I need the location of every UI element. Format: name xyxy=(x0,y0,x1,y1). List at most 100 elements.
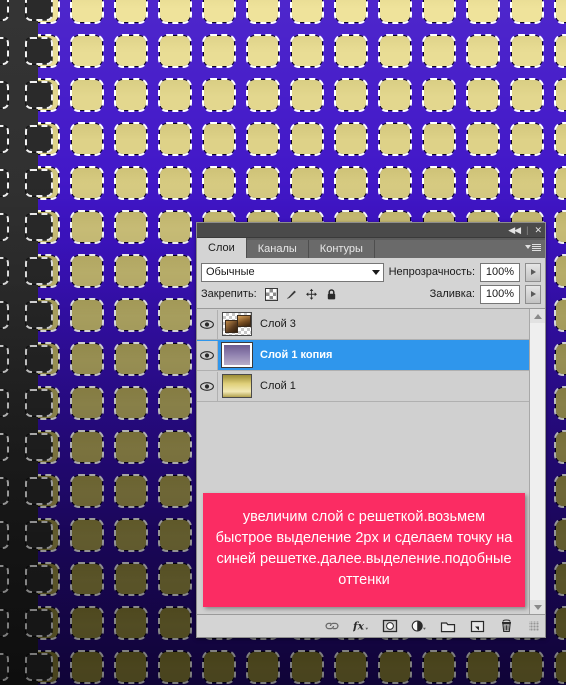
grid-cell xyxy=(158,210,192,244)
menu-lines-icon xyxy=(532,243,541,251)
grid-cell xyxy=(70,562,104,596)
grid-cell xyxy=(158,518,192,552)
grid-cell xyxy=(554,606,566,640)
panel-menu-icon[interactable] xyxy=(525,241,541,253)
lock-transparency-icon[interactable] xyxy=(264,287,278,301)
blend-mode-value: Обычные xyxy=(206,266,255,278)
grid-cell xyxy=(334,166,368,200)
panel-tabs: Слои Каналы Контуры xyxy=(197,238,545,258)
chevron-down-icon xyxy=(525,245,531,249)
blend-mode-select[interactable]: Обычные xyxy=(201,262,384,282)
new-adjustment-layer-icon[interactable] xyxy=(411,618,427,634)
eye-icon xyxy=(200,381,214,391)
layers-panel[interactable]: ◀◀ | ✕ Слои Каналы Контуры Обычные Непро… xyxy=(196,222,546,638)
scroll-up-button[interactable] xyxy=(530,309,545,323)
layer-visibility-toggle[interactable] xyxy=(197,309,218,339)
resize-grip-icon[interactable] xyxy=(529,621,539,631)
new-layer-icon[interactable] xyxy=(469,618,485,634)
lock-image-pixels-icon[interactable] xyxy=(285,288,298,301)
grid-cell xyxy=(114,474,148,508)
grid-cell xyxy=(114,518,148,552)
grid-cell xyxy=(114,0,148,24)
opacity-input[interactable]: 100% xyxy=(480,262,520,282)
tab-paths[interactable]: Контуры xyxy=(308,240,375,258)
grid-cell xyxy=(114,298,148,332)
grid-cell xyxy=(422,78,456,112)
grid-cell xyxy=(114,342,148,376)
grid-cell xyxy=(554,0,566,24)
opacity-stepper[interactable] xyxy=(525,262,541,282)
grid-cell xyxy=(70,518,104,552)
grid-cell xyxy=(554,386,566,420)
tab-channels[interactable]: Каналы xyxy=(246,240,309,258)
thumbnail-content xyxy=(223,375,251,397)
grid-cell xyxy=(554,650,566,684)
masked-cell xyxy=(25,433,53,461)
masked-cell xyxy=(25,301,53,329)
layer-thumbnail[interactable] xyxy=(222,374,252,398)
grid-cell xyxy=(246,166,280,200)
grid-cell xyxy=(554,34,566,68)
layer-visibility-toggle[interactable] xyxy=(197,371,218,401)
lock-position-icon[interactable] xyxy=(305,288,318,301)
grid-cell xyxy=(202,650,236,684)
table-row[interactable]: Слой 3 xyxy=(197,309,530,340)
grid-cell xyxy=(114,254,148,288)
link-layers-icon[interactable] xyxy=(324,618,340,634)
grid-cell xyxy=(158,650,192,684)
delete-layer-icon[interactable] xyxy=(498,618,514,634)
titlebar-separator: | xyxy=(526,225,529,235)
masked-cell xyxy=(25,653,53,681)
grid-cell xyxy=(466,34,500,68)
table-row[interactable]: Слой 1 копия xyxy=(197,340,530,371)
grid-cell xyxy=(70,650,104,684)
layer-name: Слой 1 копия xyxy=(260,349,333,361)
grid-cell xyxy=(510,166,544,200)
grid-cell xyxy=(114,606,148,640)
fill-input[interactable]: 100% xyxy=(480,284,520,304)
masked-cell xyxy=(0,345,9,373)
collapse-icon[interactable]: ◀◀ xyxy=(508,225,521,235)
masked-cell xyxy=(25,609,53,637)
grid-cell xyxy=(334,78,368,112)
layers-scrollbar[interactable] xyxy=(529,309,545,614)
masked-cell xyxy=(0,389,9,417)
masked-region xyxy=(0,0,53,685)
grid-cell xyxy=(158,386,192,420)
add-layer-mask-icon[interactable] xyxy=(382,618,398,634)
grid-cell xyxy=(466,78,500,112)
lock-buttons xyxy=(264,287,338,301)
tab-layers[interactable]: Слои xyxy=(197,238,247,258)
grid-cell xyxy=(114,430,148,464)
panel-titlebar: ◀◀ | ✕ xyxy=(197,223,545,238)
grid-cell xyxy=(554,518,566,552)
grid-cell xyxy=(114,210,148,244)
new-group-icon[interactable] xyxy=(440,618,456,634)
masked-cell xyxy=(0,565,9,593)
close-icon[interactable]: ✕ xyxy=(534,225,541,235)
scrollbar-track[interactable] xyxy=(530,323,545,600)
table-row[interactable]: Слой 1 xyxy=(197,371,530,402)
masked-cell xyxy=(25,0,53,21)
grid-cell xyxy=(70,474,104,508)
grid-cell xyxy=(246,34,280,68)
layer-style-fx-icon[interactable]: fx xyxy=(353,618,369,634)
grid-cell xyxy=(290,0,324,24)
masked-cell xyxy=(25,565,53,593)
grid-cell xyxy=(114,386,148,420)
grid-cell xyxy=(510,650,544,684)
masked-cell xyxy=(0,609,9,637)
fill-stepper[interactable] xyxy=(525,284,541,304)
layer-thumbnail[interactable] xyxy=(221,342,253,368)
grid-cell xyxy=(510,122,544,156)
layer-thumbnail[interactable] xyxy=(222,312,252,336)
grid-cell xyxy=(70,386,104,420)
grid-cell xyxy=(378,34,412,68)
layer-visibility-toggle[interactable] xyxy=(197,340,218,370)
lock-all-icon[interactable] xyxy=(325,288,338,301)
layer-list[interactable]: Слой 3 Слой 1 копия Слой 1 увеличим слой… xyxy=(197,308,545,615)
grid-cell xyxy=(510,78,544,112)
scroll-down-button[interactable] xyxy=(530,600,545,614)
masked-cell xyxy=(0,37,9,65)
grid-cell xyxy=(554,430,566,464)
